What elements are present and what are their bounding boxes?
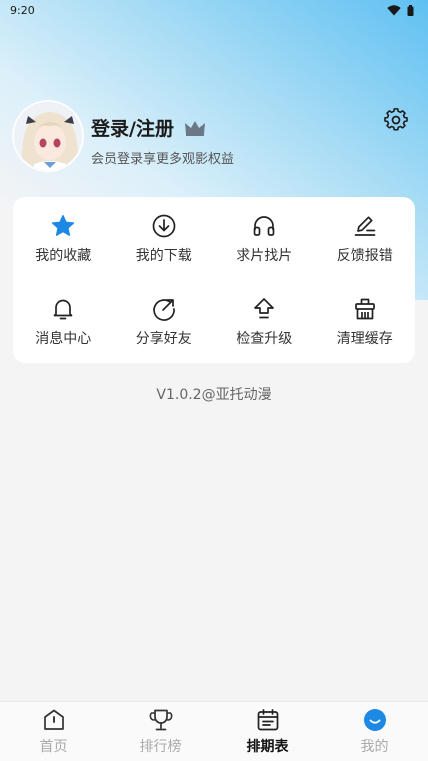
grid-item-upgrade[interactable]: 检查升级 — [214, 280, 315, 363]
anime-avatar-image — [14, 102, 82, 170]
grid-item-share[interactable]: 分享好友 — [114, 280, 215, 363]
tab-ranking[interactable]: 排行榜 — [107, 702, 214, 761]
grid-item-messages[interactable]: 消息中心 — [13, 280, 114, 363]
share-icon — [153, 298, 175, 321]
grid-item-label: 我的下载 — [135, 247, 192, 264]
tab-label: 排行榜 — [139, 739, 182, 755]
profile-header: 登录/注册 会员登录享更多观影权益 — [12, 100, 416, 176]
tab-label: 我的 — [360, 739, 389, 755]
tab-schedule[interactable]: 排期表 — [214, 702, 321, 761]
calendar-icon — [257, 709, 278, 731]
version-text: V1.0.2@亚托动漫 — [156, 387, 272, 403]
basket-icon — [354, 298, 375, 319]
tab-home[interactable]: 首页 — [0, 702, 107, 761]
login-register-link[interactable]: 登录/注册 — [91, 114, 174, 141]
bell-icon — [53, 299, 73, 319]
grid-item-favorites[interactable]: 我的收藏 — [13, 197, 114, 280]
grid-item-label: 清理缓存 — [336, 330, 393, 347]
member-benefits-text: 会员登录享更多观影权益 — [91, 152, 235, 167]
grid-item-label: 消息中心 — [35, 330, 92, 347]
grid-item-label: 反馈报错 — [336, 247, 393, 264]
grid-item-requests[interactable]: 求片找片 — [214, 197, 315, 280]
home-icon — [43, 709, 64, 730]
grid-item-label: 我的收藏 — [35, 247, 92, 264]
upgrade-icon — [254, 297, 275, 318]
headphones-icon — [253, 215, 275, 236]
tab-label: 首页 — [39, 739, 68, 755]
grid-item-feedback[interactable]: 反馈报错 — [315, 197, 416, 280]
edit-icon — [354, 215, 376, 236]
battery-icon — [407, 4, 414, 16]
crown-icon — [184, 120, 205, 136]
status-bar: 9:20 — [0, 0, 428, 20]
grid-item-clear-cache[interactable]: 清理缓存 — [315, 280, 416, 363]
tab-mine[interactable]: 我的 — [321, 702, 428, 761]
grid-item-label: 分享好友 — [135, 330, 192, 347]
settings-gear-icon[interactable] — [384, 108, 408, 132]
grid-item-label: 求片找片 — [236, 247, 293, 264]
tab-label: 排期表 — [246, 739, 289, 755]
status-time: 9:20 — [10, 3, 35, 17]
features-card: 我的收藏 我的下载 求片找片 反馈报错 消息中心 分享好友 检查升级 清理缓存 — [13, 197, 415, 363]
star-icon — [52, 214, 75, 236]
trophy-icon — [149, 709, 172, 731]
grid-item-downloads[interactable]: 我的下载 — [114, 197, 215, 280]
wifi-icon — [387, 4, 401, 15]
profile-icon — [363, 709, 386, 731]
download-icon — [152, 214, 176, 237]
avatar[interactable] — [12, 100, 84, 172]
grid-item-label: 检查升级 — [236, 330, 293, 347]
bottom-tab-bar: 首页 排行榜 排期表 我的 — [0, 701, 428, 761]
